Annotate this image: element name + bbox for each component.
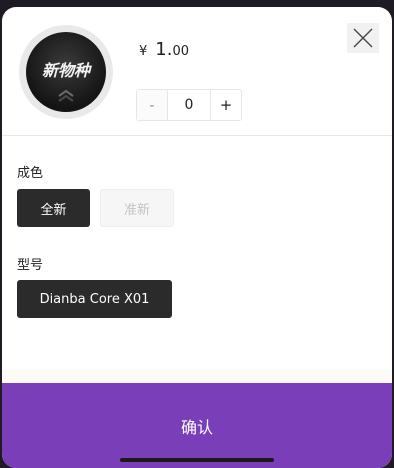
confirm-button-label: 确认 xyxy=(180,417,213,437)
chevron-up-icon xyxy=(58,89,74,102)
product-price: ¥ 1. 00 xyxy=(139,39,189,60)
footer-spacer xyxy=(2,369,392,383)
model-label: 型号 xyxy=(17,258,44,273)
price-currency-symbol: ¥ xyxy=(139,44,148,59)
product-thumbnail: 新物种 xyxy=(19,25,113,119)
quantity-stepper: - 0 + xyxy=(136,89,242,121)
product-thumbnail-text: 新物种 xyxy=(41,61,90,80)
close-icon xyxy=(353,28,373,48)
confirm-button[interactable]: 确认 xyxy=(2,383,392,468)
home-indicator xyxy=(120,458,274,462)
sku-selection-sheet: 新物种 ¥ 1. 00 - 0 + 成色 全新 准新 型号 Dianba Cor… xyxy=(2,7,392,468)
quantity-input[interactable]: 0 xyxy=(167,90,211,120)
quantity-decrement-button[interactable]: - xyxy=(137,90,167,120)
product-thumbnail-image: 新物种 xyxy=(26,32,106,112)
header-divider xyxy=(2,135,392,136)
price-integer: 1. xyxy=(155,39,173,60)
condition-label: 成色 xyxy=(17,166,44,181)
model-option-dianba-core-x01[interactable]: Dianba Core X01 xyxy=(17,280,172,318)
close-button[interactable] xyxy=(347,23,379,53)
quantity-increment-button[interactable]: + xyxy=(211,90,241,120)
condition-option-new[interactable]: 全新 xyxy=(17,189,90,227)
price-decimal: 00 xyxy=(172,44,190,59)
condition-option-like-new[interactable]: 准新 xyxy=(100,189,174,227)
